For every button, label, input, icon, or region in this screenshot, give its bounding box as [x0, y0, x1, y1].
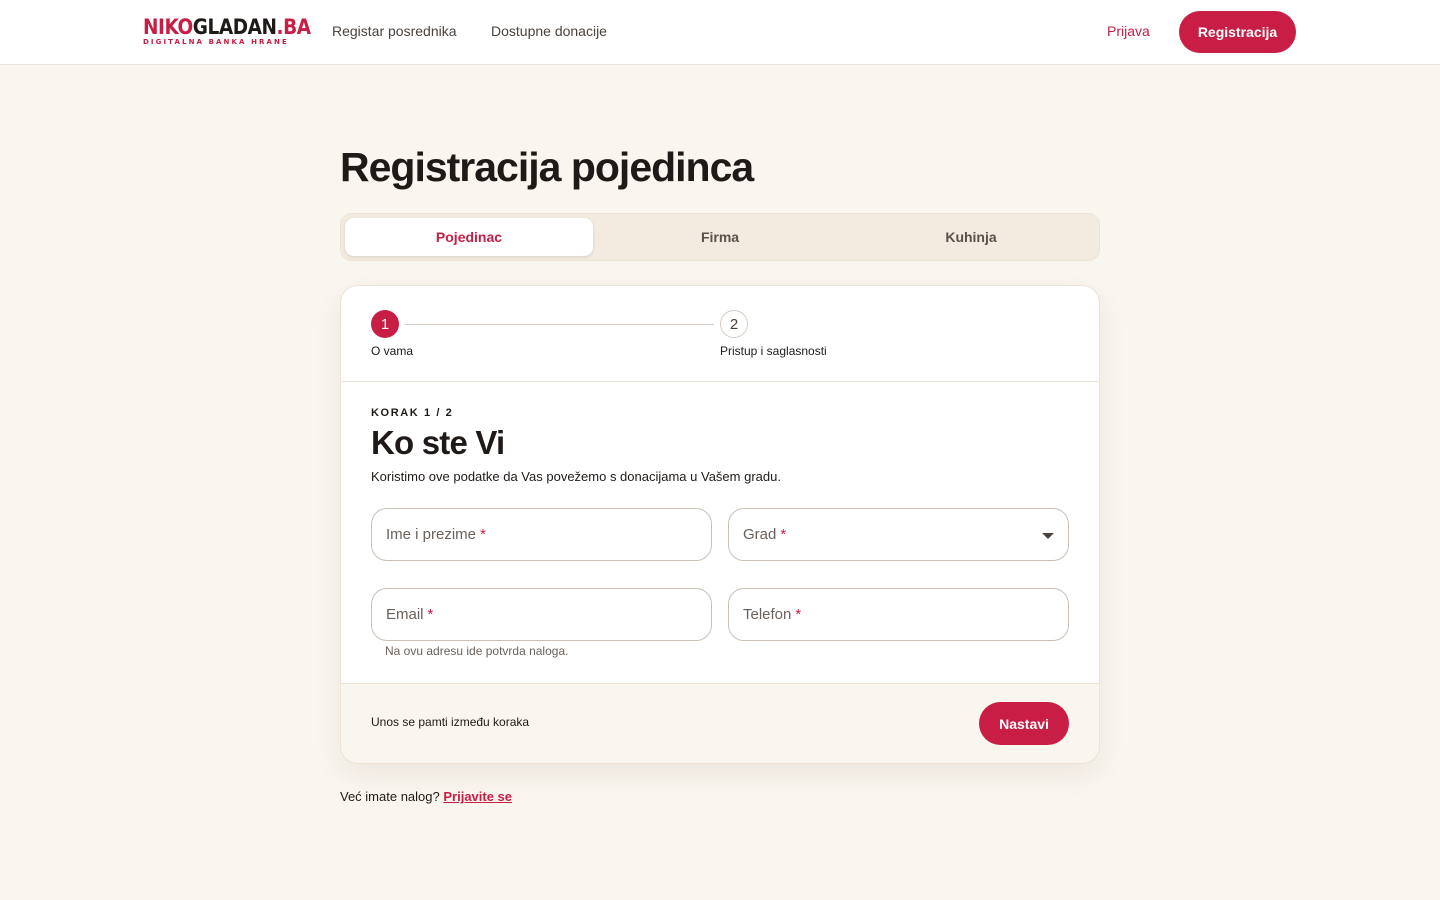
required-marker: *: [795, 606, 802, 623]
step-connector-line: [405, 324, 714, 325]
city-label: Grad *: [743, 526, 787, 543]
phone-field[interactable]: Telefon *: [728, 588, 1069, 641]
chevron-down-icon: [1042, 533, 1054, 539]
required-marker: *: [780, 526, 787, 543]
logo-tagline: DIGITALNA BANKA HRANE: [143, 38, 289, 46]
registration-type-tabs: Pojedinac Firma Kuhinja: [340, 213, 1100, 261]
tab-kuhinja[interactable]: Kuhinja: [847, 218, 1095, 256]
step-1-label: O vama: [371, 344, 414, 358]
logo-wordmark: NIKOGLADAN.BA: [143, 15, 311, 39]
step-counter: KORAK 1 / 2: [371, 407, 454, 419]
email-field[interactable]: Email *: [371, 588, 712, 641]
registration-form-card: 1 2 O vama Pristup i saglasnosti KORAK 1…: [340, 285, 1100, 764]
login-link[interactable]: Prijava: [1107, 23, 1150, 39]
form-stepper: 1 2 O vama Pristup i saglasnosti: [341, 286, 1099, 382]
form-footer: Unos se pamti između koraka Nastavi: [341, 683, 1099, 763]
full-name-label: Ime i prezime *: [386, 526, 486, 543]
nav-link-registar-posrednika[interactable]: Registar posrednika: [332, 23, 457, 39]
step-2-label: Pristup i saglasnosti: [720, 344, 827, 358]
city-select[interactable]: Grad *: [728, 508, 1069, 561]
section-description: Koristimo ove podatke da Vas povežemo s …: [371, 469, 781, 484]
required-marker: *: [427, 606, 434, 623]
footer-note: Unos se pamti između koraka: [371, 715, 530, 729]
required-marker: *: [480, 526, 486, 543]
full-name-field[interactable]: Ime i prezime *: [371, 508, 712, 561]
login-prompt: Već imate nalog? Prijavite se: [340, 789, 512, 804]
register-button[interactable]: Registracija: [1179, 11, 1296, 53]
page-title: Registracija pojedinca: [340, 144, 754, 190]
section-title: Ko ste Vi: [371, 424, 505, 461]
login-prompt-text: Već imate nalog?: [340, 789, 440, 804]
site-logo[interactable]: NIKOGLADAN.BA DIGITALNA BANKA HRANE: [143, 15, 311, 50]
nav-link-dostupne-donacije[interactable]: Dostupne donacije: [491, 23, 607, 39]
phone-label: Telefon *: [743, 606, 802, 623]
tab-pojedinac[interactable]: Pojedinac: [345, 218, 593, 256]
login-prompt-link[interactable]: Prijavite se: [443, 789, 512, 804]
next-button[interactable]: Nastavi: [979, 702, 1069, 745]
tab-firma[interactable]: Firma: [596, 218, 844, 256]
email-label: Email *: [386, 606, 434, 623]
step-2-indicator: 2: [720, 310, 748, 338]
top-navigation-bar: NIKOGLADAN.BA DIGITALNA BANKA HRANE Regi…: [0, 0, 1440, 65]
step-1-indicator: 1: [371, 310, 399, 338]
email-helper-text: Na ovu adresu ide potvrda naloga.: [385, 644, 569, 658]
